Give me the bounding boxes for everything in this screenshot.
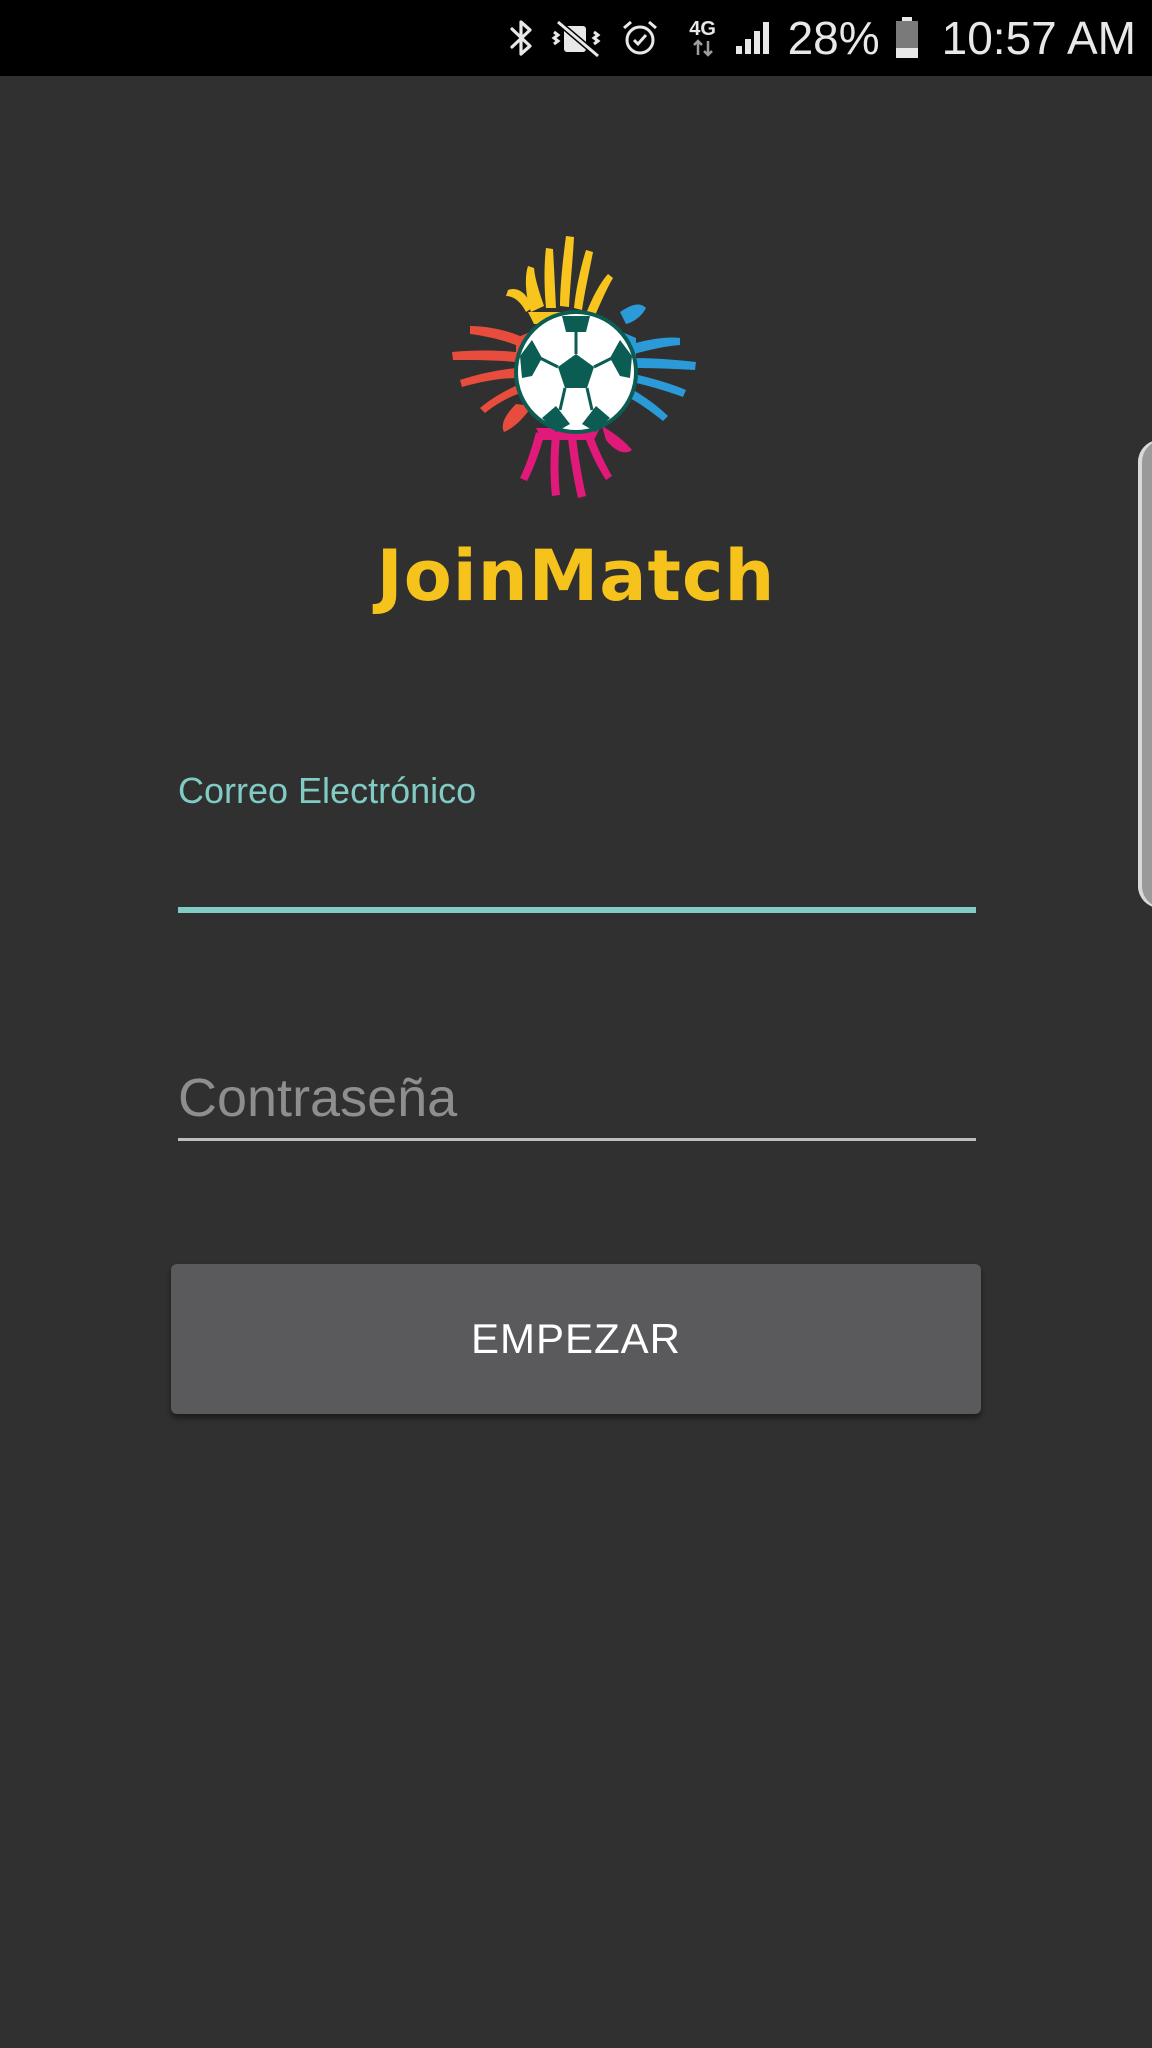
app-logo <box>436 228 716 518</box>
email-field[interactable] <box>178 820 976 900</box>
signal-icon <box>734 18 774 58</box>
vibrate-mute-icon <box>550 18 606 58</box>
password-field[interactable] <box>178 1062 976 1134</box>
4g-data-icon: 4G <box>686 19 720 57</box>
login-screen: 4G 28% 10:57 AM JoinMatch Correo Electró… <box>0 0 1152 2048</box>
email-underline <box>178 907 976 913</box>
edge-panel-handle[interactable] <box>1138 440 1152 908</box>
status-bar: 4G 28% 10:57 AM <box>0 0 1152 76</box>
battery-icon <box>894 16 920 60</box>
joinmatch-logo-icon <box>452 236 696 498</box>
bluetooth-icon <box>506 18 536 58</box>
start-button[interactable]: EMPEZAR <box>171 1264 981 1414</box>
status-icons: 4G 28% 10:57 AM <box>506 0 1136 76</box>
alarm-icon <box>620 18 660 58</box>
clock: 10:57 AM <box>941 12 1136 64</box>
email-label: Correo Electrónico <box>178 770 477 811</box>
network-type-label: 4G <box>689 18 716 40</box>
soccer-ball-icon <box>514 310 638 434</box>
battery-percent: 28% <box>787 12 880 64</box>
app-name: JoinMatch <box>376 535 776 617</box>
password-underline <box>178 1138 976 1141</box>
